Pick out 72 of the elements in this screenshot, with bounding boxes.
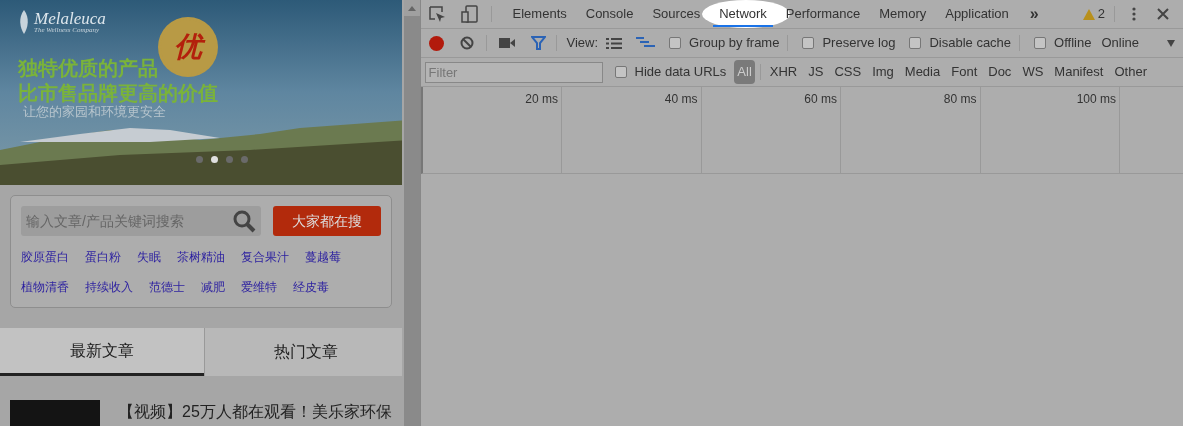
search-button[interactable]: 大家都在搜: [273, 206, 381, 236]
devtools-tab[interactable]: Memory: [871, 0, 935, 28]
timeline-tick: 100 ms: [1076, 91, 1117, 108]
inspect-element-icon[interactable]: [428, 5, 446, 23]
more-tabs-chevron[interactable]: »: [1019, 2, 1049, 26]
banner-subtitle: 让您的家园和环境更安全: [23, 103, 166, 121]
timeline-tick: 80 ms: [943, 91, 977, 108]
keyword-link[interactable]: 植物清香: [21, 278, 69, 296]
type-filter[interactable]: WS: [1018, 62, 1048, 82]
article-tab[interactable]: 最新文章: [0, 328, 204, 376]
search-icon[interactable]: [232, 209, 257, 233]
devtools-tab[interactable]: Application: [937, 0, 1017, 28]
keyword-link[interactable]: 持续收入: [85, 278, 133, 296]
scroll-up-arrow-icon[interactable]: [407, 5, 416, 11]
keyword-link[interactable]: 胶原蛋白: [21, 248, 69, 266]
checkbox[interactable]: [909, 37, 922, 49]
keyword-link[interactable]: 范德士: [149, 278, 185, 296]
checkbox-label: Disable cache: [929, 34, 1012, 53]
filter-icon[interactable]: [530, 36, 546, 50]
clear-icon[interactable]: [459, 36, 474, 50]
more-options-icon[interactable]: [1132, 7, 1136, 21]
type-filter[interactable]: Img: [868, 62, 898, 82]
keyword-link[interactable]: 经皮毒: [293, 278, 329, 296]
banner-headline: 比市售品牌更高的价值: [18, 81, 218, 105]
waterfall-view-icon[interactable]: [636, 37, 656, 49]
keyword-link[interactable]: 失眠: [137, 248, 161, 266]
video-camera-icon[interactable]: [498, 38, 515, 48]
record-button[interactable]: [428, 35, 444, 51]
timeline-tick: 20 ms: [525, 91, 559, 108]
list-view-icon[interactable]: [606, 37, 623, 49]
type-filter[interactable]: Other: [1110, 62, 1151, 82]
type-filter[interactable]: XHR: [765, 62, 802, 82]
checkbox[interactable]: [1034, 37, 1047, 49]
close-icon[interactable]: [1157, 8, 1169, 20]
checkbox[interactable]: [669, 37, 682, 49]
keyword-link[interactable]: 茶树精油: [177, 248, 225, 266]
devtools-tab[interactable]: Console: [577, 0, 642, 28]
type-filter[interactable]: Font: [947, 62, 982, 82]
device-toolbar-icon[interactable]: [460, 5, 478, 23]
type-filter[interactable]: Doc: [984, 62, 1016, 82]
checkbox-label: Hide data URLs: [634, 63, 727, 82]
filter-input[interactable]: Filter: [424, 61, 603, 83]
article-title[interactable]: 【视频】25万人都在观看！美乐家环保: [118, 400, 392, 426]
devtools-tab[interactable]: Elements: [504, 0, 575, 28]
keyword-link[interactable]: 复合果汁: [241, 248, 289, 266]
view-label: View:: [566, 34, 599, 53]
throttling-dropdown[interactable]: Online: [1101, 33, 1175, 53]
checkbox-label: Offline: [1054, 34, 1092, 53]
keyword-link[interactable]: 减肥: [201, 278, 225, 296]
checkbox-label: Group by frame: [689, 34, 780, 53]
checkbox[interactable]: [614, 66, 627, 78]
keyword-link[interactable]: 蛋白粉: [85, 248, 121, 266]
badge-seal: 优: [158, 17, 218, 77]
devtools-tab[interactable]: Network: [711, 0, 775, 28]
devtools-tab[interactable]: Sources: [644, 0, 709, 28]
type-filter[interactable]: Manifest: [1050, 62, 1108, 82]
type-filter[interactable]: CSS: [830, 62, 866, 82]
timeline-tick: 40 ms: [664, 91, 698, 108]
checkbox[interactable]: [802, 37, 815, 49]
banner-headline: 独特优质的产品: [18, 56, 159, 81]
warnings-counter[interactable]: 2: [1082, 4, 1105, 24]
article-tab[interactable]: 热门文章: [203, 328, 402, 376]
timeline-tick: 60 ms: [804, 91, 838, 108]
keyword-link[interactable]: 爱维特: [241, 278, 277, 296]
type-filter[interactable]: JS: [804, 62, 828, 82]
type-filter[interactable]: Media: [900, 62, 945, 82]
warning-icon: [1082, 8, 1095, 20]
logo-text: Melaleuca: [34, 10, 106, 27]
keyword-link[interactable]: 蔓越莓: [305, 248, 341, 266]
checkbox-label: Preserve log: [822, 34, 896, 53]
dropdown-arrow-icon: [1167, 39, 1175, 47]
leaf-logo-icon: [18, 10, 30, 34]
